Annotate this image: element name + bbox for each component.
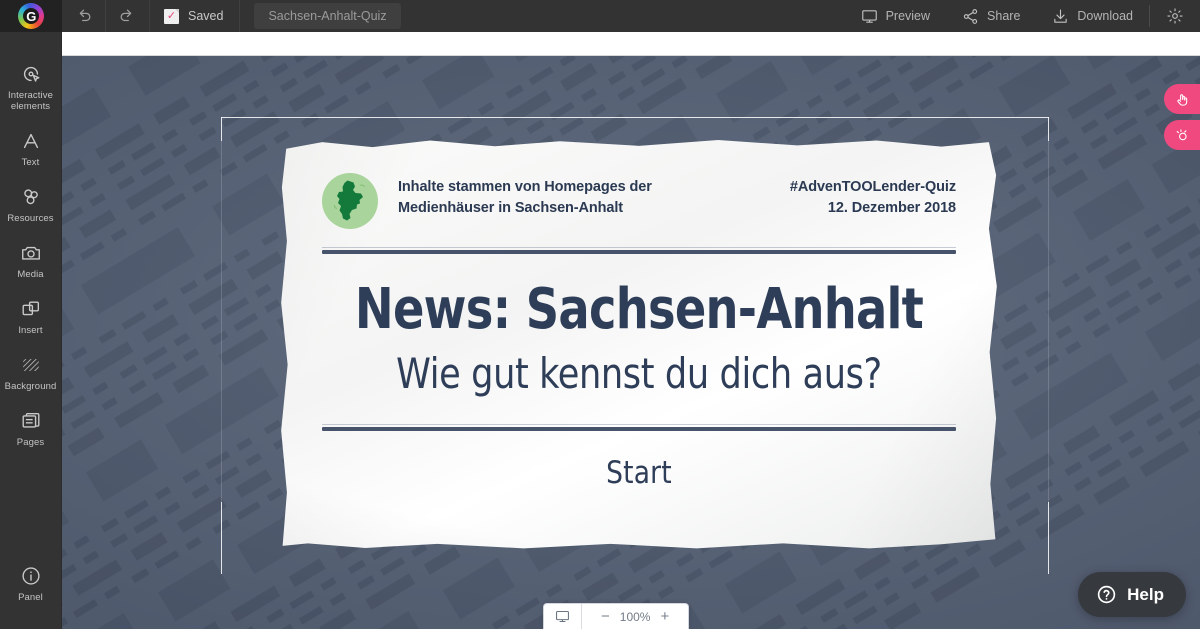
zoom-in-button[interactable]: +	[652, 609, 677, 624]
undo-button[interactable]	[62, 0, 106, 32]
pages-icon	[20, 410, 42, 432]
hashtag-text: #AdvenTOOLender-Quiz	[789, 179, 956, 195]
hand-pointer-tab[interactable]	[1164, 84, 1200, 114]
help-label: Help	[1127, 584, 1164, 604]
selection-frame-right	[1048, 141, 1049, 502]
lower-rule-wrap	[322, 424, 956, 431]
selection-handle-bottom-right[interactable]	[1048, 502, 1049, 574]
zoom-controls: − 100% +	[582, 604, 688, 629]
interactive-elements-icon	[20, 63, 42, 85]
slide-canvas[interactable]: Inhalte stammen von Homepages der Medien…	[62, 56, 1200, 629]
date-text: 12. Dezember 2018	[827, 200, 956, 216]
sidebar-item-label: Panel	[18, 592, 43, 603]
genially-logo-icon: G	[18, 3, 44, 29]
left-sidebar: Interactive elements Text Resources Medi…	[0, 32, 62, 629]
insert-icon	[20, 298, 42, 320]
slide-headline[interactable]: News: Sachsen-Anhalt	[347, 280, 930, 340]
top-toolbar: G ✓ Saved Sachsen-Anhalt-Quiz Preview Sh…	[0, 0, 1200, 32]
monitor-icon	[555, 609, 570, 624]
selection-handle-top-left[interactable]	[221, 117, 222, 141]
zoom-toolbar: − 100% +	[543, 603, 690, 629]
top-toolbar-actions: Preview Share Download	[845, 0, 1200, 32]
download-icon	[1052, 8, 1069, 25]
start-button[interactable]: Start	[338, 455, 940, 491]
sidebar-item-label: Resources	[7, 213, 54, 224]
sidebar-item-label: Interactive elements	[8, 90, 53, 112]
app-logo[interactable]: G	[0, 0, 62, 32]
monitor-icon	[861, 8, 878, 25]
sidebar-item-label: Background	[4, 381, 57, 392]
download-label: Download	[1077, 9, 1133, 23]
gear-icon	[1166, 7, 1184, 25]
download-button[interactable]: Download	[1036, 0, 1149, 32]
selection-frame-top	[221, 117, 1049, 118]
selection-handle-bottom-left[interactable]	[221, 502, 222, 574]
document-title-field[interactable]: Sachsen-Anhalt-Quiz	[254, 3, 401, 29]
sidebar-item-panel[interactable]: Panel	[0, 556, 62, 629]
secondary-toolbar	[62, 32, 1200, 56]
sidebar-item-label: Pages	[16, 437, 45, 448]
genially-editor-window: G ✓ Saved Sachsen-Anhalt-Quiz Preview Sh…	[0, 0, 1200, 629]
slide-subheadline[interactable]: Wie gut kennst du dich aus?	[344, 350, 934, 398]
sidebar-item-insert[interactable]: Insert	[0, 289, 62, 345]
undo-icon	[74, 7, 93, 26]
screen-fit-button[interactable]	[544, 604, 581, 629]
sidebar-item-background[interactable]: Background	[0, 345, 62, 401]
masthead-meta: #AdvenTOOLender-Quiz 12. Dezember 2018	[790, 177, 956, 219]
click-pointer-icon	[1175, 128, 1190, 143]
resources-icon	[20, 186, 42, 208]
logo-letter: G	[26, 8, 36, 24]
sidebar-item-pages[interactable]: Pages	[0, 401, 62, 457]
selection-handle-top-right[interactable]	[1048, 117, 1049, 141]
selection-frame-left	[221, 141, 222, 502]
sidebar-item-label: Media	[17, 269, 44, 280]
sidebar-item-text[interactable]: Text	[0, 121, 62, 177]
share-button[interactable]: Share	[946, 0, 1036, 32]
sidebar-item-media[interactable]: Media	[0, 233, 62, 289]
sidebar-item-label: Insert	[18, 325, 43, 336]
source-line-2: Medienhäuser in Sachsen-Anhalt	[398, 200, 624, 216]
help-button[interactable]: Help	[1078, 572, 1186, 617]
zoom-level-label: 100%	[619, 609, 651, 624]
hand-pointer-icon	[1175, 92, 1190, 107]
settings-button[interactable]	[1150, 0, 1200, 32]
sidebar-item-resources[interactable]: Resources	[0, 177, 62, 233]
right-side-tabs	[1164, 84, 1200, 150]
saved-label: Saved	[188, 9, 224, 23]
sidebar-item-interactive-elements[interactable]: Interactive elements	[0, 54, 62, 121]
redo-button[interactable]	[106, 0, 150, 32]
newspaper-slide-card[interactable]: Inhalte stammen von Homepages der Medien…	[281, 140, 997, 549]
redo-icon	[118, 7, 137, 26]
saved-status: ✓ Saved	[150, 0, 241, 32]
masthead-rule	[322, 247, 956, 254]
share-label: Share	[987, 9, 1021, 23]
newspaper-content: Inhalte stammen von Homepages der Medien…	[322, 172, 956, 524]
camera-icon	[20, 242, 42, 264]
sidebar-item-label: Text	[21, 157, 40, 168]
question-circle-icon	[1096, 584, 1117, 605]
source-line-1: Inhalte stammen von Homepages der	[398, 179, 652, 195]
source-text: Inhalte stammen von Homepages der Medien…	[398, 177, 652, 219]
click-pointer-tab[interactable]	[1164, 120, 1200, 150]
preview-button[interactable]: Preview	[845, 0, 946, 32]
saved-check-icon: ✓	[164, 8, 179, 24]
newspaper-masthead: Inhalte stammen von Homepages der Medien…	[322, 172, 956, 229]
share-icon	[962, 8, 979, 25]
preview-label: Preview	[885, 9, 931, 23]
lower-rule	[322, 424, 956, 431]
zoom-out-button[interactable]: −	[593, 609, 618, 624]
saxony-anhalt-map-icon	[322, 173, 378, 229]
text-icon	[20, 130, 42, 152]
info-icon	[20, 565, 42, 587]
background-icon	[20, 354, 42, 376]
